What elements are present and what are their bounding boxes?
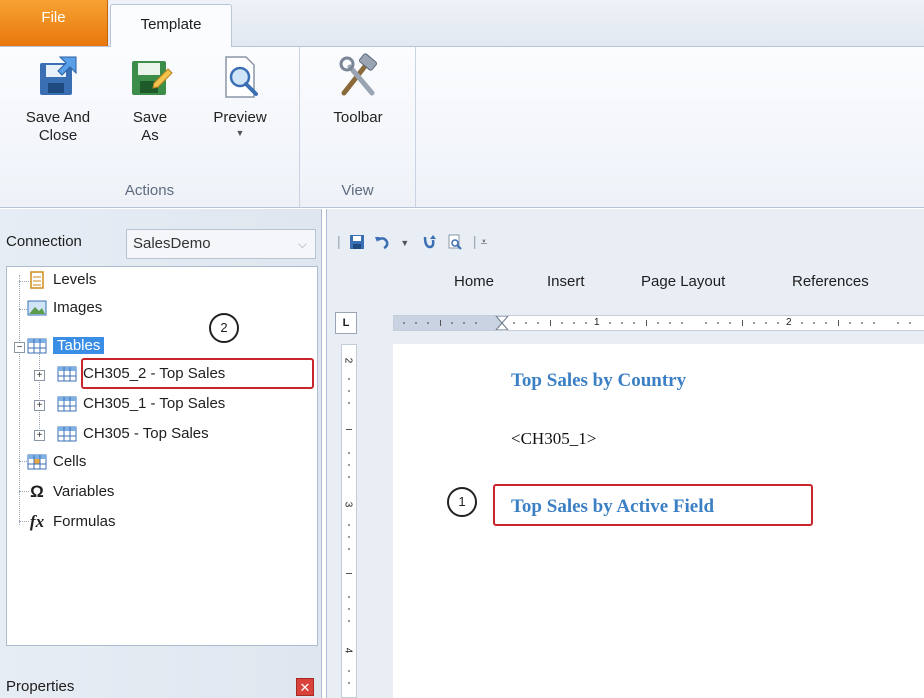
vertical-ruler-ticks (346, 378, 352, 684)
connection-select[interactable]: SalesDemo ⌵ (126, 229, 316, 259)
table-placeholder-ch305-1[interactable]: <CH305_1> (511, 429, 596, 449)
tree-item-label: Images (53, 299, 103, 317)
tree-item-table-ch305-1[interactable]: CH305_1 - Top Sales (57, 391, 225, 419)
tables-icon (27, 338, 47, 354)
ribbon: Save And Close Save As Preview ▼ Actions (0, 47, 924, 208)
tree-item-label: Levels (53, 271, 97, 289)
undo-icon[interactable] (374, 234, 390, 250)
properties-bar: Properties ✕ (0, 670, 322, 698)
save-as-label: Save As (132, 109, 168, 144)
tree-item-table-ch305[interactable]: CH305 - Top Sales (57, 421, 209, 449)
print-preview-icon[interactable] (447, 234, 463, 251)
tab-page-layout[interactable]: Page Layout (641, 273, 725, 290)
expand-icon[interactable]: + (34, 430, 45, 441)
horizontal-ruler[interactable]: 1 2 (393, 315, 924, 331)
ribbon-group-label-view: View (341, 182, 374, 199)
tree-item-label: CH305 - Top Sales (83, 425, 209, 443)
toolbar-label: Toolbar (333, 109, 383, 126)
ribbon-group-view: Toolbar View (300, 47, 416, 207)
images-icon (27, 300, 47, 316)
toolbar-tools-icon (339, 53, 378, 96)
table-icon (57, 426, 77, 442)
save-as-icon (132, 61, 173, 95)
tab-references[interactable]: References (792, 273, 869, 290)
tree-item-label: CH305_1 - Top Sales (83, 395, 226, 413)
preview-icon (225, 56, 258, 98)
tab-selector[interactable]: L (335, 312, 357, 334)
cells-icon (27, 454, 47, 470)
tab-file[interactable]: File (0, 0, 108, 46)
redo-icon[interactable] (421, 234, 437, 250)
levels-icon (30, 271, 44, 289)
vertical-ruler[interactable]: 2 3 4 (341, 344, 357, 698)
tab-home[interactable]: Home (454, 273, 494, 290)
highlight-box-heading (493, 484, 813, 526)
expand-icon[interactable]: + (34, 370, 45, 381)
chevron-down-icon: ▼ (235, 128, 245, 138)
ribbon-tab-bar: File Template (0, 0, 924, 48)
properties-label: Properties (6, 678, 75, 695)
document-page[interactable]: Top Sales by Country <CH305_1> Top Sales… (393, 344, 924, 698)
tree-item-formulas[interactable]: fx Formulas (27, 509, 116, 537)
save-and-close-icon (40, 56, 77, 95)
ribbon-group-actions: Save And Close Save As Preview ▼ Actions (0, 47, 300, 207)
editor-tabs: Home Insert Page Layout References (327, 269, 924, 299)
table-icon (57, 366, 77, 382)
tree-item-levels[interactable]: Levels (27, 267, 96, 295)
quick-access-toolbar: | ▼ | ⩡ (337, 233, 487, 255)
tree-item-images[interactable]: Images (27, 295, 102, 323)
template-explorer-panel: Connection SalesDemo ⌵ Levels Images − T… (0, 209, 322, 698)
connection-value: SalesDemo (133, 235, 211, 252)
ruler-mark-label: 2 (786, 317, 792, 328)
connection-label: Connection (6, 233, 82, 250)
toolbar-separator: | (472, 233, 477, 249)
tree-item-label: Cells (53, 453, 87, 471)
preview-label: Preview (213, 109, 267, 126)
document-editor: | ▼ | ⩡ Home Insert Page Layout Referenc… (326, 209, 924, 698)
expand-icon[interactable]: + (34, 400, 45, 411)
omega-icon: Ω (30, 482, 44, 502)
tree-item-variables[interactable]: Ω Variables (27, 479, 114, 507)
preview-button[interactable]: Preview ▼ (200, 53, 280, 139)
ruler-ticks (403, 316, 911, 330)
tree-item-label: Tables (53, 337, 105, 355)
tree-item-tables[interactable]: Tables (27, 333, 105, 361)
highlight-box-table-ch305-2 (81, 358, 314, 389)
ribbon-group-label-actions: Actions (124, 182, 175, 199)
tree-item-label: Formulas (53, 513, 116, 531)
collapse-icon[interactable]: − (14, 342, 25, 353)
tree-guide-line (19, 275, 20, 525)
document-heading-country[interactable]: Top Sales by Country (511, 370, 686, 392)
customize-toolbar-icon[interactable]: ⩡ (480, 235, 487, 249)
callout-marker-2: 2 (209, 313, 239, 343)
close-icon[interactable]: ✕ (296, 678, 314, 696)
tab-insert[interactable]: Insert (547, 273, 585, 290)
connection-row: Connection SalesDemo ⌵ (6, 229, 316, 261)
toolbar-button[interactable]: Toolbar (320, 53, 396, 127)
table-icon (57, 396, 77, 412)
undo-dropdown-icon[interactable]: ▼ (400, 238, 409, 248)
tree-item-cells[interactable]: Cells (27, 449, 86, 477)
tree-item-label: Variables (53, 483, 115, 501)
ruler-mark-label: 1 (594, 317, 600, 328)
save-as-button[interactable]: Save As (120, 53, 180, 145)
fx-icon: fx (29, 512, 45, 532)
save-icon[interactable] (349, 234, 365, 250)
callout-marker-1: 1 (447, 487, 477, 517)
chevron-down-icon: ⌵ (297, 237, 307, 251)
tab-template[interactable]: Template (110, 4, 232, 48)
save-and-close-label: Save And Close (25, 109, 91, 144)
toolbar-grip: | (337, 233, 341, 249)
save-and-close-button[interactable]: Save And Close (20, 53, 96, 145)
template-tree: Levels Images − Tables + CH305_2 - Top S… (6, 266, 318, 646)
